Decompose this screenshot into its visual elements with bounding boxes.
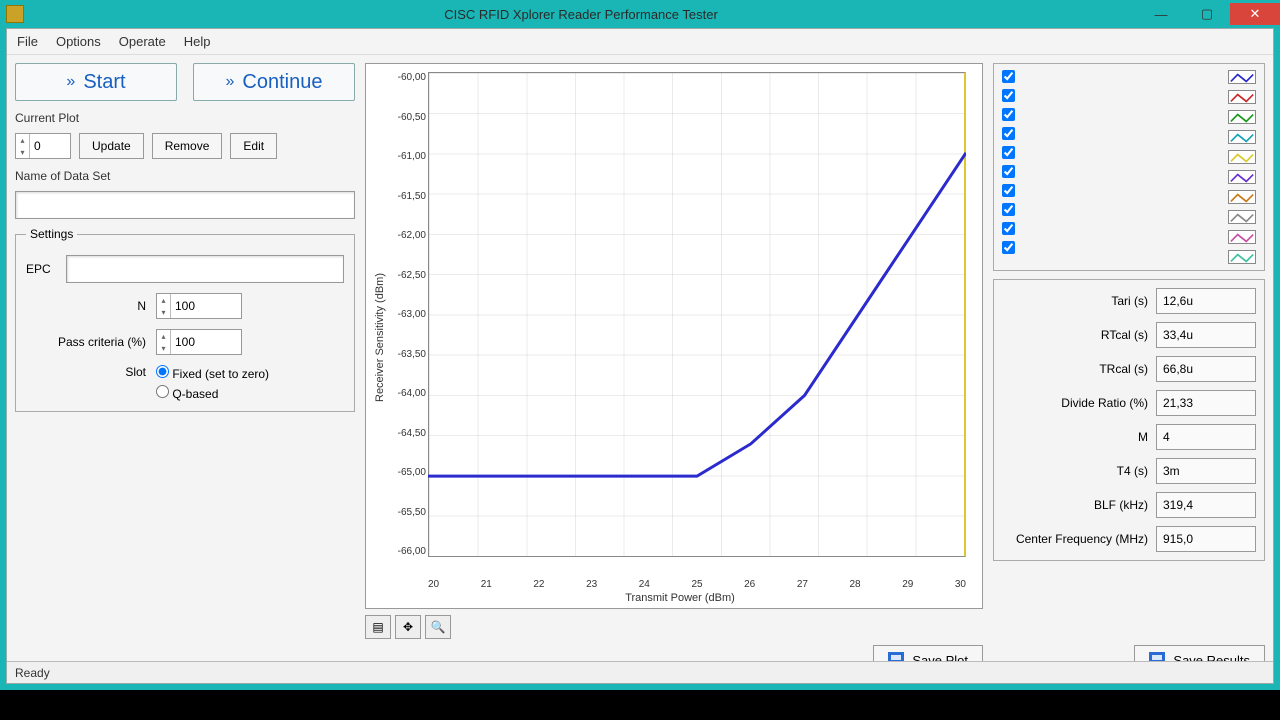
param-value [1156,356,1256,382]
param-label: Divide Ratio (%) [1002,396,1148,410]
legend-swatch-6[interactable] [1228,190,1256,204]
legend-checkbox-2[interactable] [1002,108,1015,121]
legend-checkbox-8[interactable] [1002,222,1015,235]
param-value [1156,526,1256,552]
param-row-6: BLF (kHz) [1002,492,1256,518]
legend-swatch-7[interactable] [1228,210,1256,224]
n-stepper[interactable]: ▴▾ [156,293,242,319]
pass-criteria-stepper[interactable]: ▴▾ [156,329,242,355]
current-plot-value[interactable] [30,134,70,158]
settings-legend: Settings [26,227,77,241]
x-ticks: 2021222324252627282930 [428,579,966,590]
param-label: RTcal (s) [1002,328,1148,342]
legend-checkbox-4[interactable] [1002,146,1015,159]
start-button[interactable]: » Start [15,63,177,101]
legend-checkbox-7[interactable] [1002,203,1015,216]
param-label: T4 (s) [1002,464,1148,478]
continue-button-label: Continue [242,71,322,94]
pass-criteria-label: Pass criteria (%) [26,335,146,349]
settings-group: Settings EPC N ▴▾ Pass criteria (%) [15,227,355,412]
window-titlebar: CISC RFID Xplorer Reader Performance Tes… [0,0,1280,28]
param-label: Tari (s) [1002,294,1148,308]
series-legend [993,63,1265,271]
param-label: M [1002,430,1148,444]
start-button-label: Start [83,71,125,94]
param-row-5: T4 (s) [1002,458,1256,484]
chart-tool-1[interactable]: ▤ [365,615,391,639]
param-row-7: Center Frequency (MHz) [1002,526,1256,552]
epc-label: EPC [26,262,56,276]
legend-swatch-2[interactable] [1228,110,1256,124]
param-value [1156,390,1256,416]
n-value[interactable] [171,294,241,318]
legend-checkbox-3[interactable] [1002,127,1015,140]
legend-checkbox-1[interactable] [1002,89,1015,102]
param-label: TRcal (s) [1002,362,1148,376]
update-button[interactable]: Update [79,133,144,159]
param-row-4: M [1002,424,1256,450]
legend-swatch-0[interactable] [1228,70,1256,84]
window-title: CISC RFID Xplorer Reader Performance Tes… [24,7,1138,22]
dataset-name-input[interactable] [15,191,355,219]
legend-checkbox-9[interactable] [1002,241,1015,254]
legend-swatch-3[interactable] [1228,130,1256,144]
current-plot-stepper[interactable]: ▴▾ [15,133,71,159]
param-row-3: Divide Ratio (%) [1002,390,1256,416]
param-label: BLF (kHz) [1002,498,1148,512]
chart-container: Receiver Sensitivity (dBm) -60,00-60,50-… [365,63,983,609]
chart-toolbar: ▤ ✥ 🔍 [365,615,983,639]
legend-checkbox-5[interactable] [1002,165,1015,178]
slot-fixed-radio[interactable]: Fixed (set to zero) [156,365,269,381]
epc-input[interactable] [66,255,344,283]
param-row-1: RTcal (s) [1002,322,1256,348]
legend-checkbox-0[interactable] [1002,70,1015,83]
legend-swatch-8[interactable] [1228,230,1256,244]
chart-line [428,72,966,557]
slot-label: Slot [26,365,146,379]
param-value [1156,322,1256,348]
param-row-0: Tari (s) [1002,288,1256,314]
param-value [1156,424,1256,450]
window-minimize-button[interactable]: — [1138,3,1184,25]
menu-options[interactable]: Options [56,34,101,49]
chart-tool-2[interactable]: ✥ [395,615,421,639]
x-axis-label: Transmit Power (dBm) [386,592,974,604]
status-bar: Ready [7,661,1273,683]
dataset-label: Name of Data Set [15,169,355,183]
menu-file[interactable]: File [17,34,38,49]
param-row-2: TRcal (s) [1002,356,1256,382]
continue-button[interactable]: » Continue [193,63,355,101]
slot-q-radio[interactable]: Q-based [156,385,269,401]
play-icon: » [66,73,75,91]
n-label: N [26,299,146,313]
param-label: Center Frequency (MHz) [1002,532,1148,546]
legend-swatch-1[interactable] [1228,90,1256,104]
edit-button[interactable]: Edit [230,133,277,159]
window-maximize-button[interactable]: ▢ [1184,3,1230,25]
y-axis-label: Receiver Sensitivity (dBm) [374,72,386,604]
app-icon [6,5,24,23]
menu-bar: File Options Operate Help [7,29,1273,55]
status-text: Ready [15,666,50,680]
legend-swatch-4[interactable] [1228,150,1256,164]
pass-criteria-value[interactable] [171,330,241,354]
param-value [1156,492,1256,518]
window-close-button[interactable]: ✕ [1230,3,1280,25]
param-value [1156,288,1256,314]
current-plot-label: Current Plot [15,111,355,125]
menu-help[interactable]: Help [184,34,211,49]
chart-tool-3[interactable]: 🔍 [425,615,451,639]
remove-button[interactable]: Remove [152,133,223,159]
legend-swatch-5[interactable] [1228,170,1256,184]
continue-icon: » [226,73,235,91]
param-value [1156,458,1256,484]
legend-swatch-9[interactable] [1228,250,1256,264]
y-ticks: -60,00-60,50-61,00-61,50-62,00-62,50-63,… [386,72,426,557]
legend-checkbox-6[interactable] [1002,184,1015,197]
parameters-panel: Tari (s) RTcal (s) TRcal (s) Divide Ratio (… [993,279,1265,561]
menu-operate[interactable]: Operate [119,34,166,49]
